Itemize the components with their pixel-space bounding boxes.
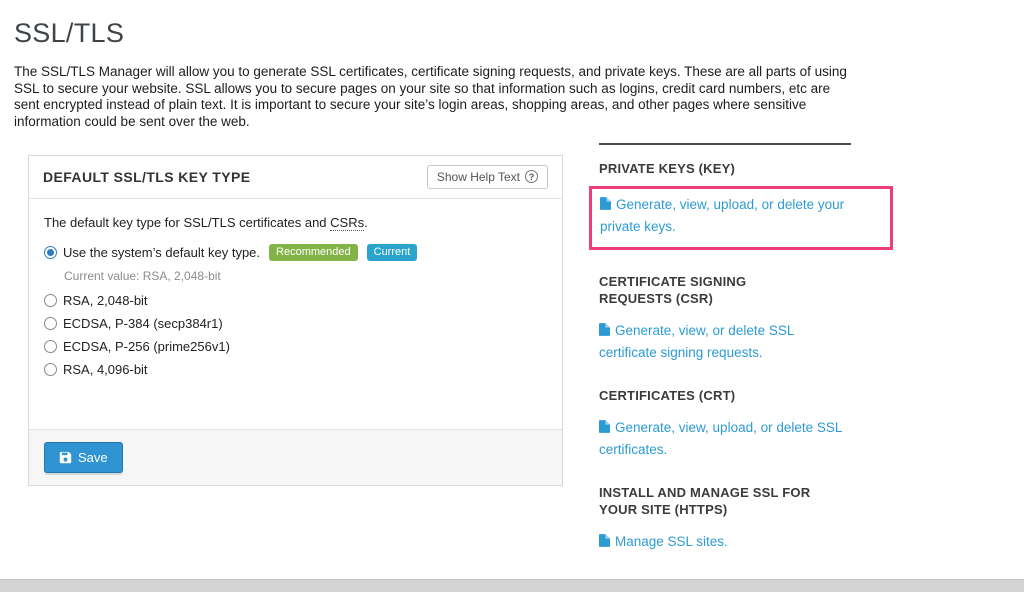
link-label: Manage SSL sites.: [615, 534, 728, 549]
intro-period: .: [364, 215, 368, 230]
annotation-highlight-box: Generate, view, upload, or delete your p…: [589, 186, 893, 250]
radio-label: Use the system’s default key type.: [63, 245, 260, 260]
section-certificates: CERTIFICATES (CRT) Generate, view, uploa…: [599, 388, 851, 461]
current-value-note: Current value: RSA, 2,048-bit: [64, 269, 547, 283]
csr-heading: CERTIFICATE SIGNING REQUESTS (CSR): [599, 274, 814, 308]
csr-abbreviation: CSRs: [330, 215, 364, 231]
help-question-icon: ?: [525, 170, 538, 183]
panel-title: DEFAULT SSL/TLS KEY TYPE: [43, 169, 250, 185]
private-keys-heading: PRIVATE KEYS (KEY): [599, 161, 814, 178]
radio-label: RSA, 2,048-bit: [63, 293, 148, 308]
default-key-type-panel: DEFAULT SSL/TLS KEY TYPE Show Help Text …: [28, 155, 563, 486]
radio-button[interactable]: [44, 340, 57, 353]
radio-button[interactable]: [44, 294, 57, 307]
document-icon: [599, 418, 610, 440]
page-description: The SSL/TLS Manager will allow you to ge…: [14, 64, 852, 131]
certificates-heading: CERTIFICATES (CRT): [599, 388, 814, 405]
radio-label: RSA, 4,096-bit: [63, 362, 148, 377]
install-ssl-heading: INSTALL AND MANAGE SSL FOR YOUR SITE (HT…: [599, 485, 814, 519]
radio-option-rsa-2048[interactable]: RSA, 2,048-bit: [44, 293, 547, 308]
link-label: Generate, view, upload, or delete SSL ce…: [599, 420, 842, 458]
panel-body: The default key type for SSL/TLS certifi…: [29, 199, 562, 429]
section-install-manage-ssl: INSTALL AND MANAGE SSL FOR YOUR SITE (HT…: [599, 485, 851, 553]
radio-option-ecdsa-p256[interactable]: ECDSA, P-256 (prime256v1): [44, 339, 547, 354]
section-private-keys: PRIVATE KEYS (KEY) Generate, view, uploa…: [599, 161, 851, 250]
radio-button-selected[interactable]: [44, 246, 57, 259]
ssl-manager-sidebar: PRIVATE KEYS (KEY) Generate, view, uploa…: [599, 143, 851, 554]
current-badge: Current: [367, 244, 418, 261]
panel-header: DEFAULT SSL/TLS KEY TYPE Show Help Text …: [29, 156, 562, 199]
private-keys-link[interactable]: Generate, view, upload, or delete your p…: [600, 197, 844, 235]
show-help-text-label: Show Help Text: [437, 170, 520, 184]
radio-option-system-default[interactable]: Use the system’s default key type. Recom…: [44, 244, 547, 261]
radio-option-rsa-4096[interactable]: RSA, 4,096-bit: [44, 362, 547, 377]
radio-label: ECDSA, P-256 (prime256v1): [63, 339, 230, 354]
document-icon: [599, 532, 610, 554]
radio-label: ECDSA, P-384 (secp384r1): [63, 316, 223, 331]
document-icon: [600, 195, 611, 217]
show-help-text-button[interactable]: Show Help Text ?: [427, 165, 548, 189]
manage-ssl-sites-link[interactable]: Manage SSL sites.: [599, 534, 728, 549]
link-label: Generate, view, or delete SSL certificat…: [599, 323, 794, 361]
page-title: SSL/TLS: [0, 0, 1024, 49]
radio-option-ecdsa-p384[interactable]: ECDSA, P-384 (secp384r1): [44, 316, 547, 331]
certificates-link[interactable]: Generate, view, upload, or delete SSL ce…: [599, 420, 842, 458]
section-divider: [599, 143, 851, 145]
radio-button[interactable]: [44, 363, 57, 376]
radio-button[interactable]: [44, 317, 57, 330]
recommended-badge: Recommended: [269, 244, 358, 261]
intro-text: The default key type for SSL/TLS certifi…: [44, 215, 330, 230]
ssl-tls-page: SSL/TLS The SSL/TLS Manager will allow y…: [0, 0, 1024, 592]
save-icon: [59, 451, 72, 464]
main-content: DEFAULT SSL/TLS KEY TYPE Show Help Text …: [0, 155, 1024, 554]
save-label: Save: [78, 450, 108, 465]
save-button[interactable]: Save: [44, 442, 123, 473]
panel-footer: Save: [29, 429, 562, 485]
csr-link[interactable]: Generate, view, or delete SSL certificat…: [599, 323, 794, 361]
key-type-intro: The default key type for SSL/TLS certifi…: [44, 215, 547, 230]
document-icon: [599, 321, 610, 343]
link-label: Generate, view, upload, or delete your p…: [600, 197, 844, 235]
window-bottom-edge: [0, 579, 1024, 592]
section-csr: CERTIFICATE SIGNING REQUESTS (CSR) Gener…: [599, 274, 851, 364]
